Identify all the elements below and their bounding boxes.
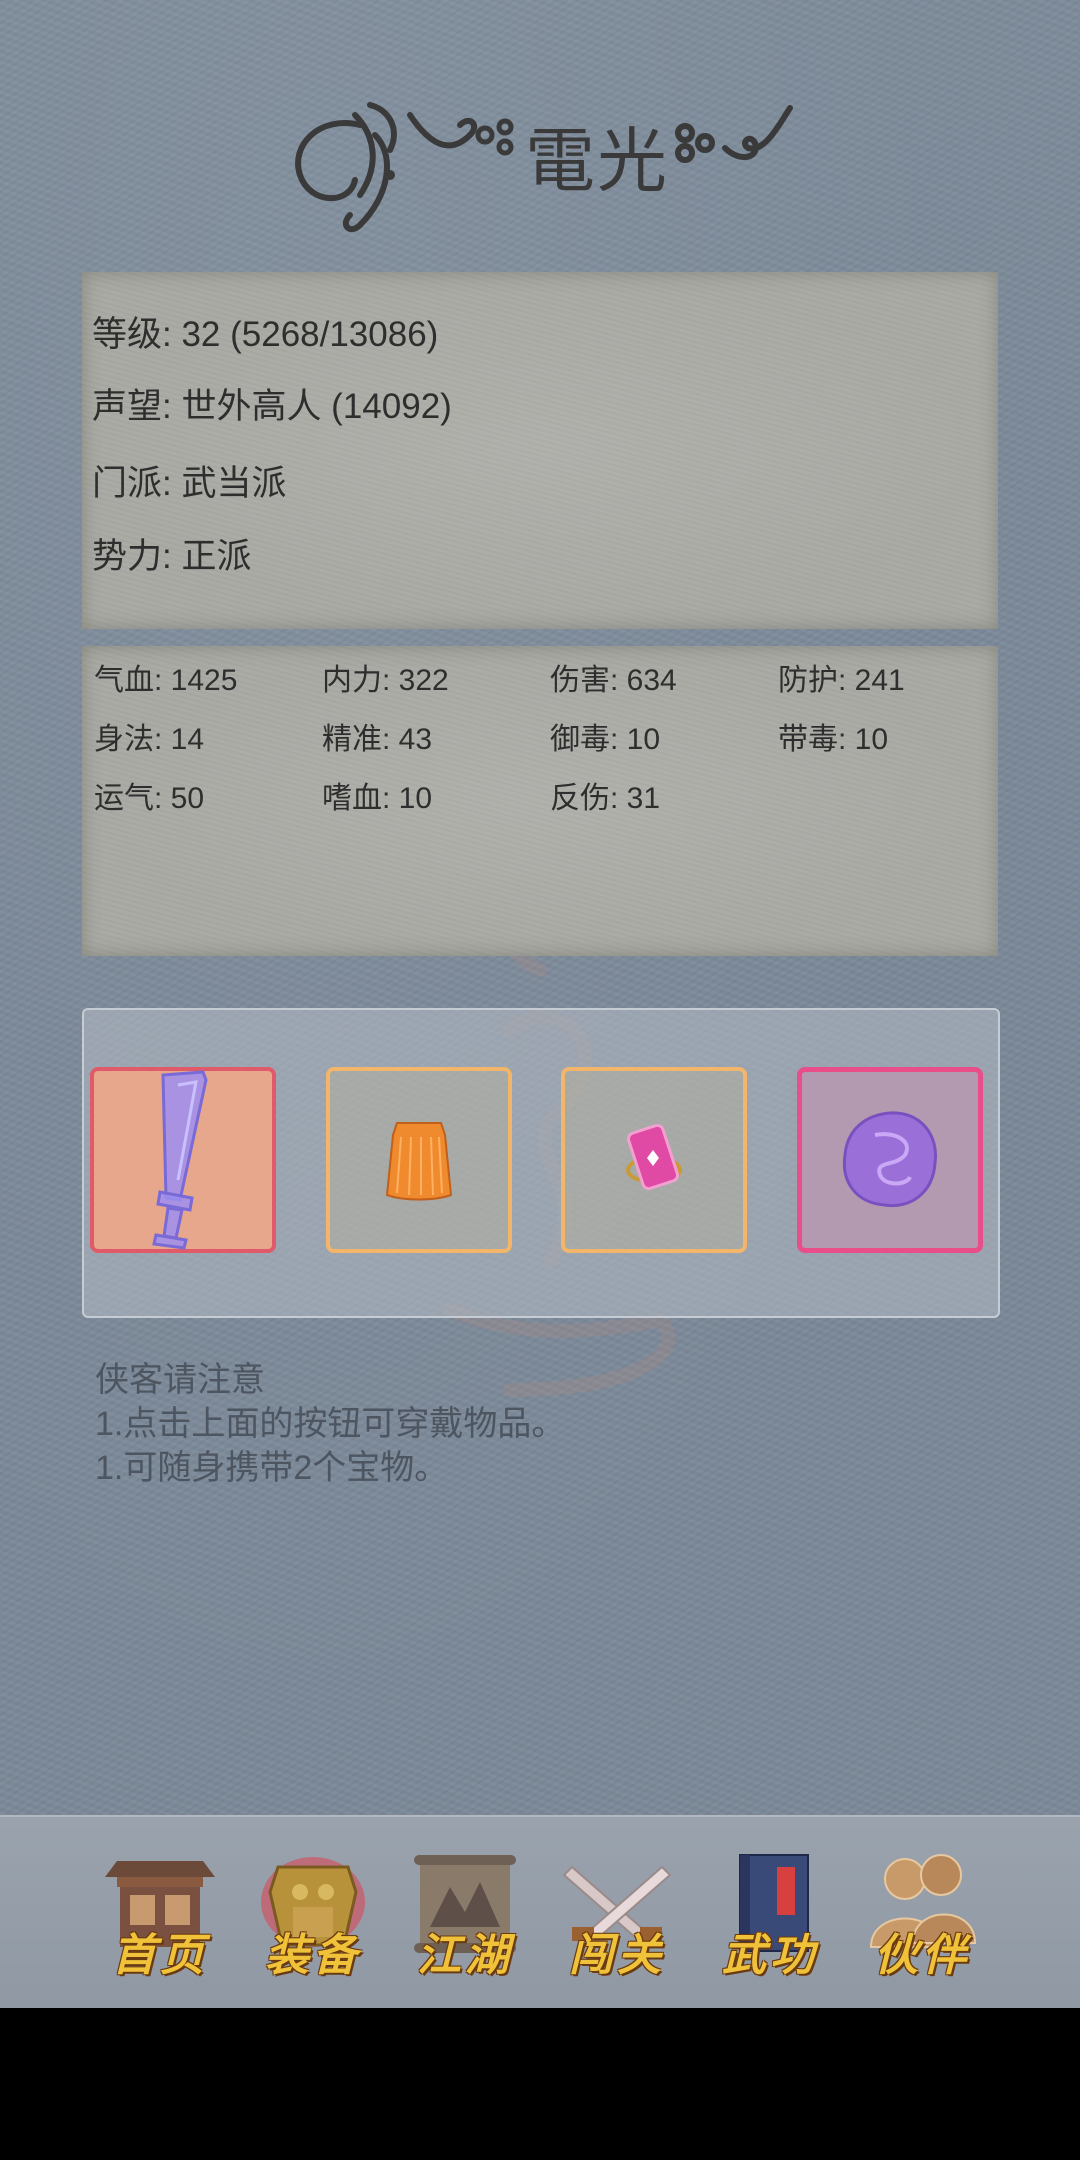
ornament-left-icon [295, 102, 514, 233]
stat-reflect: 反伤: 31 [550, 782, 661, 815]
nav-home-button[interactable]: 首页 [95, 1847, 225, 1981]
stat-lifesteal: 嗜血: 10 [322, 782, 433, 815]
armor-skirt-icon [385, 1122, 453, 1201]
nav-partners-label: 伙伴 [874, 1930, 970, 1981]
nav-martial-arts-label: 武功 [722, 1930, 818, 1981]
game-screen: 電光 等级: 32 (5268/13086) 声望: 世外高人 (14092) … [0, 0, 1080, 2008]
nav-partners-button[interactable]: 伙伴 [857, 1847, 987, 1981]
stat-poison-resist: 御毒: 10 [550, 723, 661, 756]
character-title: 電光 [280, 95, 800, 245]
equip-slot-accessory[interactable] [561, 1067, 747, 1253]
stat-damage: 伤害: 634 [550, 664, 677, 697]
character-name: 電光 [525, 120, 669, 202]
notice-line-2: 1.可随身携带2个宝物。 [95, 1449, 449, 1487]
notice-heading: 侠客请注意 [95, 1361, 265, 1399]
stat-poison: 带毒: 10 [778, 723, 889, 756]
sect-text: 门派: 武当派 [92, 464, 287, 503]
faction-text: 势力: 正派 [92, 537, 252, 576]
bottom-navigation: 首页 装备 江湖 闯关 武功 伙伴 [0, 1815, 1080, 2008]
purple-orb-icon [842, 1111, 938, 1208]
nav-martial-arts-button[interactable]: 武功 [705, 1847, 835, 1981]
nav-challenge-label: 闯关 [569, 1930, 665, 1981]
equip-slot-armor[interactable] [326, 1067, 512, 1253]
stat-hp: 气血: 1425 [94, 664, 238, 697]
ornament-right-icon [675, 105, 793, 163]
stat-accuracy: 精准: 43 [322, 723, 433, 756]
prestige-text: 声望: 世外高人 (14092) [92, 387, 452, 426]
stat-inner-power: 内力: 322 [322, 664, 449, 697]
equip-slot-treasure[interactable] [797, 1067, 983, 1253]
talisman-icon [626, 1123, 682, 1191]
stat-defense: 防护: 241 [778, 664, 905, 697]
level-text: 等级: 32 (5268/13086) [92, 315, 439, 354]
equipment-panel [82, 1008, 1000, 1318]
attributes-panel: 气血: 1425 内力: 322 伤害: 634 防护: 241 身法: 14 … [82, 646, 998, 956]
nav-jianghu-button[interactable]: 江湖 [400, 1847, 530, 1981]
nav-equipment-label: 装备 [265, 1930, 361, 1981]
nav-challenge-button[interactable]: 闯关 [552, 1847, 682, 1981]
sword-icon [152, 1070, 208, 1250]
notice-line-1: 1.点击上面的按钮可穿戴物品。 [95, 1405, 566, 1443]
nav-equipment-button[interactable]: 装备 [248, 1847, 378, 1981]
equip-slot-weapon[interactable] [90, 1067, 276, 1253]
notice-text: 侠客请注意 1.点击上面的按钮可穿戴物品。 1.可随身携带2个宝物。 [95, 1358, 565, 1490]
nav-jianghu-label: 江湖 [417, 1930, 513, 1981]
stat-luck: 运气: 50 [94, 782, 205, 815]
character-info-panel: 等级: 32 (5268/13086) 声望: 世外高人 (14092) 门派:… [82, 272, 998, 629]
stat-agility: 身法: 14 [94, 723, 205, 756]
nav-home-label: 首页 [112, 1930, 208, 1981]
